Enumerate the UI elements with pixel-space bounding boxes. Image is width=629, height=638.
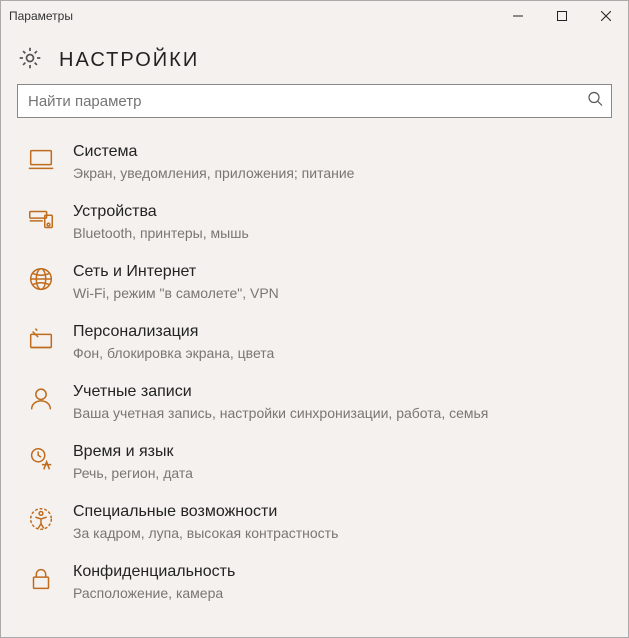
item-desc: Ваша учетная запись, настройки синхрониз… [73,404,488,422]
system-icon [21,142,61,174]
settings-item-time-language[interactable]: Время и язык Речь, регион, дата [1,432,628,492]
personalization-icon [21,322,61,354]
item-desc: Речь, регион, дата [73,464,193,482]
search-input[interactable] [18,85,611,117]
item-desc: Wi-Fi, режим "в самолете", VPN [73,284,279,302]
minimize-button[interactable] [496,1,540,31]
item-desc: Экран, уведомления, приложения; питание [73,164,354,182]
accounts-icon [21,382,61,414]
settings-item-network[interactable]: Сеть и Интернет Wi-Fi, режим "в самолете… [1,252,628,312]
item-title: Система [73,142,354,162]
page-title: НАСТРОЙКИ [59,49,199,72]
ease-of-access-icon [21,502,61,534]
item-desc: За кадром, лупа, высокая контрастность [73,524,338,542]
search-icon [587,91,603,112]
titlebar: Параметры [1,1,628,31]
item-title: Учетные записи [73,382,488,402]
item-title: Время и язык [73,442,193,462]
lock-icon [21,562,61,594]
item-desc: Фон, блокировка экрана, цвета [73,344,274,362]
search-box[interactable] [17,84,612,118]
time-language-icon [21,442,61,474]
gear-icon [17,45,43,76]
devices-icon [21,202,61,234]
close-button[interactable] [584,1,628,31]
item-title: Устройства [73,202,249,222]
settings-item-privacy[interactable]: Конфиденциальность Расположение, камера [1,552,628,612]
maximize-button[interactable] [540,1,584,31]
window-title: Параметры [9,9,73,23]
item-desc: Расположение, камера [73,584,235,602]
item-title: Сеть и Интернет [73,262,279,282]
settings-item-accounts[interactable]: Учетные записи Ваша учетная запись, наст… [1,372,628,432]
settings-list: Система Экран, уведомления, приложения; … [1,132,628,612]
settings-item-system[interactable]: Система Экран, уведомления, приложения; … [1,132,628,192]
settings-item-devices[interactable]: Устройства Bluetooth, принтеры, мышь [1,192,628,252]
item-title: Персонализация [73,322,274,342]
item-desc: Bluetooth, принтеры, мышь [73,224,249,242]
settings-item-ease-of-access[interactable]: Специальные возможности За кадром, лупа,… [1,492,628,552]
item-title: Конфиденциальность [73,562,235,582]
page-header: НАСТРОЙКИ [1,31,628,84]
globe-icon [21,262,61,294]
settings-item-personalization[interactable]: Персонализация Фон, блокировка экрана, ц… [1,312,628,372]
item-title: Специальные возможности [73,502,338,522]
